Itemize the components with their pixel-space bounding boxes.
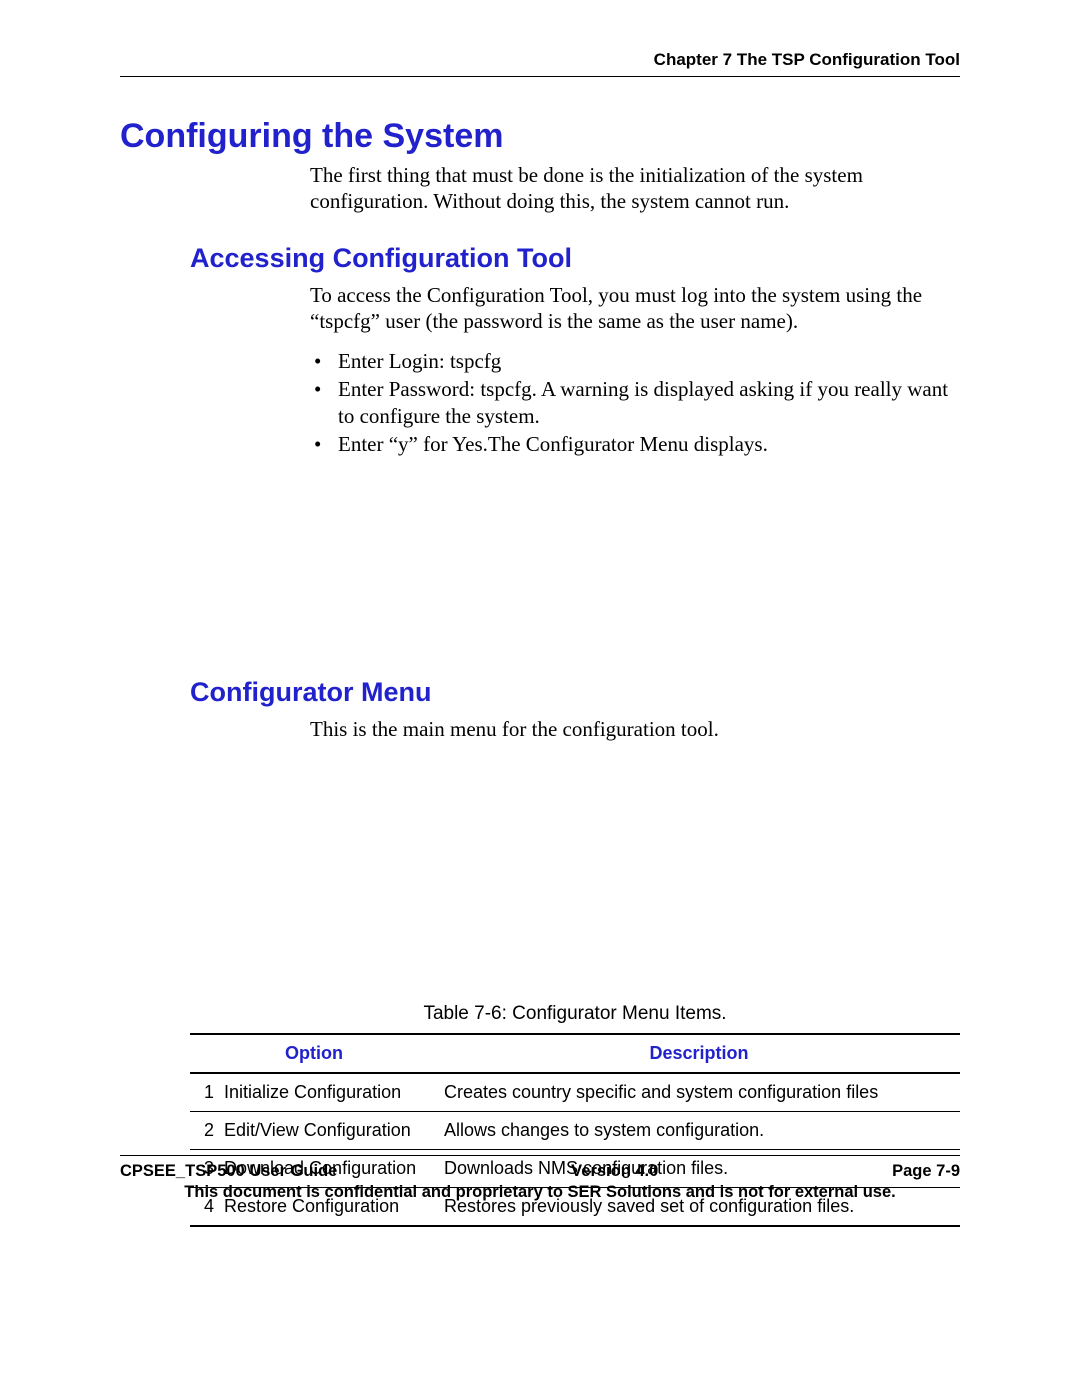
heading-accessing-tool: Accessing Configuration Tool [190, 243, 960, 274]
spacer [120, 459, 960, 649]
footer-center: Version 4.0 [571, 1162, 658, 1181]
cell-num: 1 [190, 1073, 218, 1112]
cell-option: Edit/View Configuration [218, 1112, 438, 1150]
heading-configuring-system: Configuring the System [120, 117, 960, 156]
page-body: Chapter 7 The TSP Configuration Tool Con… [120, 50, 960, 1227]
footer-row: CPSEE_TSP500 User Guide Version 4.0 Page… [120, 1162, 960, 1181]
col-header-description: Description [438, 1034, 960, 1073]
table-caption: Table 7-6: Configurator Menu Items. [190, 1003, 960, 1025]
table-row: 1 Initialize Configuration Creates count… [190, 1073, 960, 1112]
intro-text-3: This is the main menu for the configurat… [310, 716, 960, 742]
section2-body: To access the Configuration Tool, you mu… [310, 282, 960, 458]
bullet-item: Enter “y” for Yes.The Configurator Menu … [310, 431, 960, 457]
intro-text-1: The first thing that must be done is the… [310, 162, 960, 215]
footer-confidential: This document is confidential and propri… [120, 1183, 960, 1202]
table-header-row: Option Description [190, 1034, 960, 1073]
running-header: Chapter 7 The TSP Configuration Tool [120, 50, 960, 77]
intro-text-2: To access the Configuration Tool, you mu… [310, 282, 960, 335]
footer-left: CPSEE_TSP500 User Guide [120, 1162, 337, 1181]
cell-description: Allows changes to system configuration. [438, 1112, 960, 1150]
cell-description: Creates country specific and system conf… [438, 1073, 960, 1112]
section3-body: This is the main menu for the configurat… [310, 716, 960, 742]
cell-option: Initialize Configuration [218, 1073, 438, 1112]
intro-paragraph-1: The first thing that must be done is the… [310, 162, 960, 215]
cell-num: 2 [190, 1112, 218, 1150]
col-header-option: Option [190, 1034, 438, 1073]
bullet-item: Enter Login: tspcfg [310, 348, 960, 374]
spacer [120, 748, 960, 1003]
heading-configurator-menu: Configurator Menu [190, 677, 960, 708]
footer-right: Page 7-9 [892, 1162, 960, 1181]
table-row: 2 Edit/View Configuration Allows changes… [190, 1112, 960, 1150]
bullet-list: Enter Login: tspcfg Enter Password: tspc… [310, 348, 960, 457]
page-footer: CPSEE_TSP500 User Guide Version 4.0 Page… [120, 1155, 960, 1202]
bullet-item: Enter Password: tspcfg. A warning is dis… [310, 376, 960, 429]
